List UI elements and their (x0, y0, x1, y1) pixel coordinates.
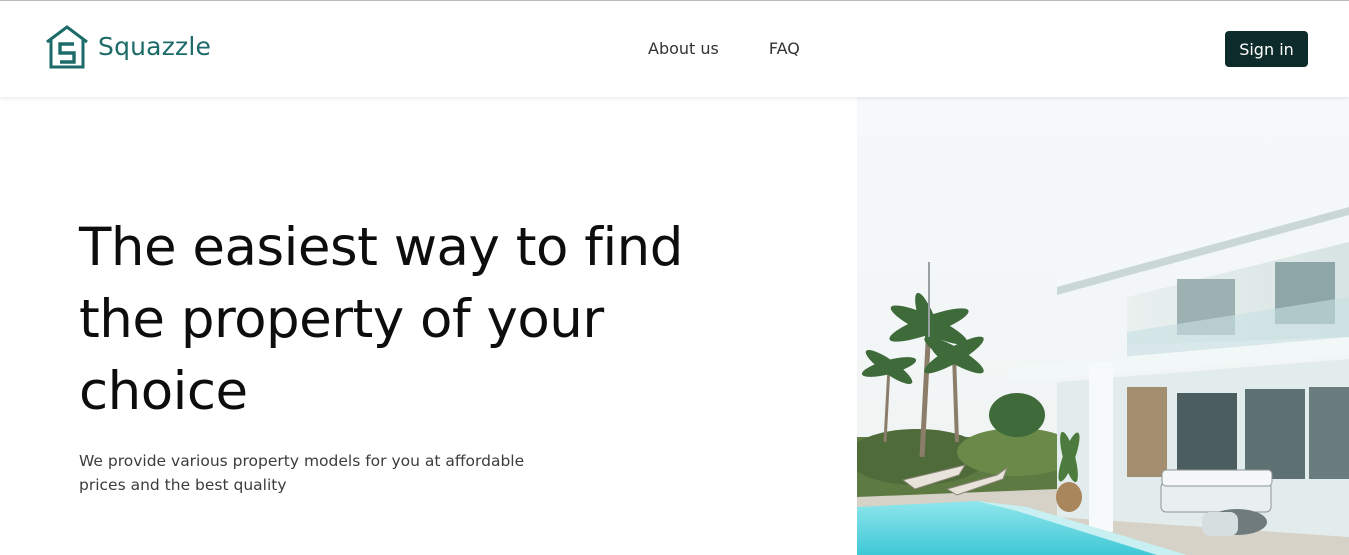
hero-property-image (857, 97, 1349, 555)
nav-about-us[interactable]: About us (648, 39, 719, 59)
sign-in-button[interactable]: Sign in (1225, 31, 1308, 67)
brand-name: Squazzle (98, 31, 212, 61)
brand-logo[interactable]: Squazzle (44, 23, 211, 69)
main-nav: About us FAQ (648, 39, 800, 59)
site-header: Squazzle About us FAQ Sign in (0, 1, 1349, 97)
house-s-logo-icon (46, 25, 88, 69)
nav-faq[interactable]: FAQ (769, 39, 800, 59)
hero-title: The easiest way to find the property of … (79, 217, 683, 422)
hero-subtitle: We provide various property models for y… (79, 452, 525, 494)
